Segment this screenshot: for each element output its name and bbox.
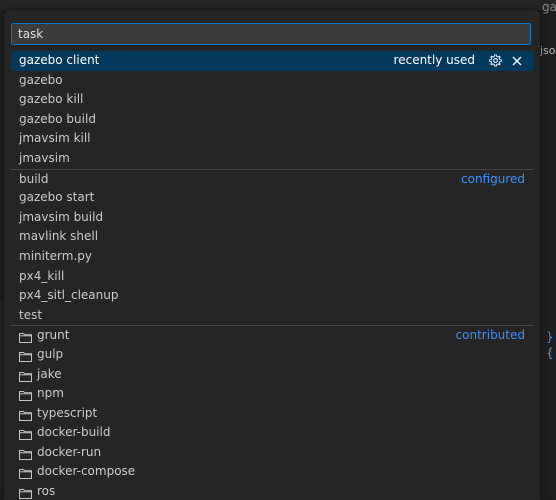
task-item[interactable]: gazebo — [11, 71, 533, 91]
task-item[interactable]: typescript — [11, 404, 533, 424]
task-item[interactable]: gazebo build — [11, 110, 533, 130]
editor-brace-hint: { — [546, 346, 554, 360]
task-item[interactable]: px4_kill — [11, 267, 533, 287]
group-label: recently used — [393, 53, 475, 67]
task-item[interactable]: docker-compose — [11, 462, 533, 482]
task-item-label: gazebo build — [19, 111, 96, 126]
task-item-label: gazebo client — [19, 53, 100, 67]
group-label: contributed — [455, 328, 525, 343]
editor-tab-hint: ga — [542, 0, 556, 14]
task-item-label: jmavsim build — [19, 209, 104, 224]
quick-pick-input[interactable] — [11, 23, 531, 45]
task-item[interactable]: npm — [11, 384, 533, 404]
task-item-label: docker-compose — [37, 464, 136, 479]
task-item[interactable]: jake — [11, 365, 533, 385]
task-item-label: docker-run — [37, 444, 102, 459]
task-item[interactable]: jmavsim build — [11, 208, 533, 228]
task-item-label: gazebo kill — [19, 92, 84, 107]
group-label: configured — [461, 171, 525, 186]
task-item-label: ros — [37, 484, 56, 499]
task-item[interactable]: mavlink shell — [11, 227, 533, 247]
task-item-label: jmavsim — [19, 150, 70, 165]
task-item-label: docker-build — [37, 425, 111, 440]
task-item-label: mavlink shell — [19, 229, 99, 244]
quick-pick-panel: gazebo client recently used gazebo gazebo k… — [4, 10, 540, 500]
task-item[interactable]: jmavsim kill — [11, 129, 533, 149]
task-item[interactable]: grunt contributed — [11, 325, 533, 345]
task-item-label: test — [19, 307, 43, 322]
task-item-label: gulp — [37, 346, 64, 361]
task-item-label: build — [19, 171, 49, 186]
folder-icon — [19, 486, 32, 500]
task-item-label: npm — [37, 386, 64, 401]
task-item[interactable]: gulp — [11, 345, 533, 365]
task-item[interactable]: docker-build — [11, 423, 533, 443]
task-item[interactable]: docker-run — [11, 443, 533, 463]
task-item[interactable]: gazebo client recently used — [11, 51, 533, 71]
close-icon[interactable] — [509, 51, 525, 73]
task-item[interactable]: gazebo start — [11, 188, 533, 208]
task-item[interactable]: miniterm.py — [11, 247, 533, 267]
editor-brace-hint: } — [546, 330, 554, 344]
task-item[interactable]: px4_sitl_cleanup — [11, 286, 533, 306]
task-item-label: px4_sitl_cleanup — [19, 288, 119, 303]
task-item-label: typescript — [37, 405, 98, 420]
task-item-label: miniterm.py — [19, 248, 92, 263]
editor-tab-bar — [0, 0, 556, 10]
task-item[interactable]: build configured — [11, 168, 533, 189]
task-item-label: gazebo start — [19, 190, 95, 205]
task-item[interactable]: jmavsim — [11, 149, 533, 169]
task-item-label: grunt — [37, 328, 70, 343]
editor-right-area — [544, 40, 556, 500]
task-item-label: jake — [37, 366, 62, 381]
quick-pick-list: gazebo client recently used gazebo gazebo k… — [11, 51, 533, 500]
task-item[interactable]: test — [11, 306, 533, 326]
task-item-label: jmavsim kill — [19, 131, 91, 146]
task-item-label: gazebo — [19, 72, 63, 87]
task-item[interactable]: gazebo kill — [11, 90, 533, 110]
editor-file-hint: jso — [540, 44, 556, 57]
task-item[interactable]: ros — [11, 482, 533, 500]
task-item-label: px4_kill — [19, 268, 65, 283]
